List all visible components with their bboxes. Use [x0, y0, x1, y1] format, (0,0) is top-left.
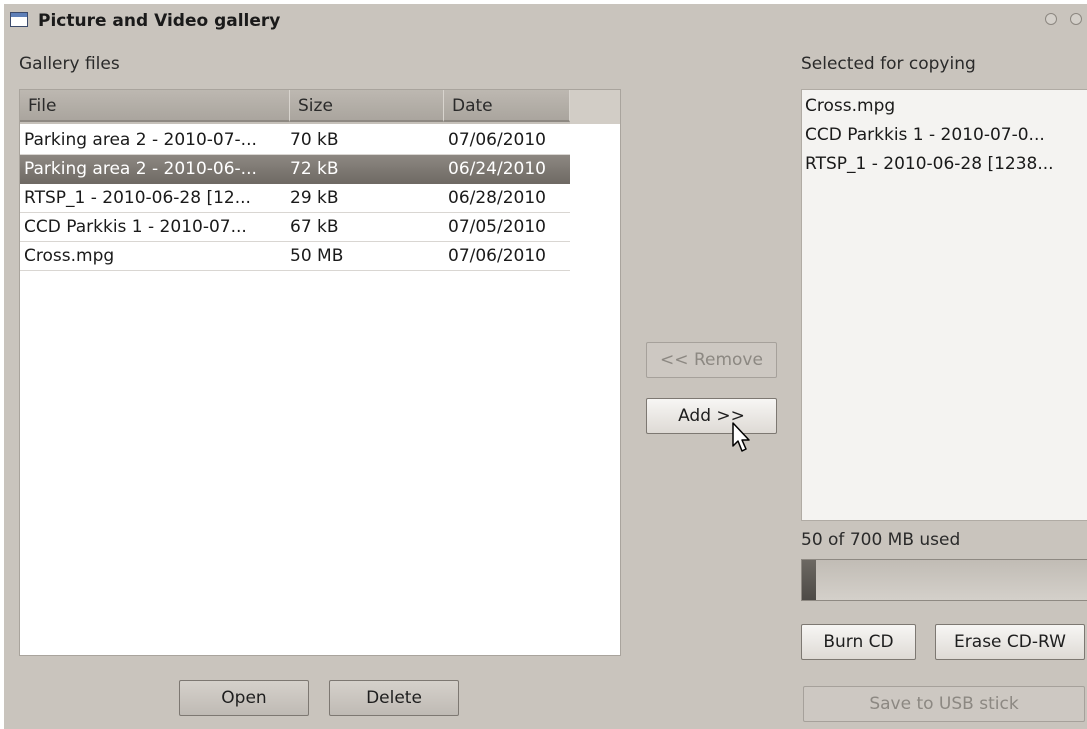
list-item[interactable]: Cross.mpg	[805, 96, 1087, 116]
table-row[interactable]: Cross.mpg 50 MB 07/06/2010	[20, 242, 570, 271]
cell-file: CCD Parkkis 1 - 2010-07...	[24, 217, 247, 237]
cell-date: 07/05/2010	[448, 217, 546, 237]
header-filler	[570, 90, 620, 124]
table-row[interactable]: RTSP_1 - 2010-06-28 [12... 29 kB 06/28/2…	[20, 184, 570, 213]
column-header-date[interactable]: Date	[444, 90, 570, 122]
table-row[interactable]: CCD Parkkis 1 - 2010-07... 67 kB 07/05/2…	[20, 213, 570, 242]
title-bar[interactable]: Picture and Video gallery	[4, 4, 1087, 38]
cell-file: RTSP_1 - 2010-06-28 [12...	[24, 188, 251, 208]
cell-size: 67 kB	[290, 217, 339, 237]
erase-cd-rw-button[interactable]: Erase CD-RW	[935, 624, 1085, 660]
cell-date: 06/24/2010	[448, 159, 546, 179]
minimize-icon[interactable]	[1045, 13, 1057, 25]
window-icon	[10, 12, 28, 27]
table-header: File Size Date	[20, 90, 620, 124]
cell-date: 06/28/2010	[448, 188, 546, 208]
list-item[interactable]: CCD Parkkis 1 - 2010-07-0...	[805, 125, 1087, 145]
cell-size: 29 kB	[290, 188, 339, 208]
add-button[interactable]: Add >>	[646, 398, 777, 434]
remove-button[interactable]: << Remove	[646, 342, 777, 378]
burn-cd-button[interactable]: Burn CD	[801, 624, 916, 660]
table-row[interactable]: Parking area 2 - 2010-07-... 70 kB 07/06…	[20, 126, 570, 155]
storage-progress-bar	[801, 559, 1087, 601]
cell-file: Cross.mpg	[24, 246, 115, 266]
cell-date: 07/06/2010	[448, 130, 546, 150]
cell-file: Parking area 2 - 2010-06-...	[24, 159, 257, 179]
column-header-file[interactable]: File	[20, 90, 290, 122]
column-header-size[interactable]: Size	[290, 90, 444, 122]
open-button[interactable]: Open	[179, 680, 309, 716]
cell-size: 50 MB	[290, 246, 344, 266]
gallery-window: Picture and Video gallery Gallery files …	[4, 4, 1087, 729]
list-item[interactable]: RTSP_1 - 2010-06-28 [1238...	[805, 154, 1087, 174]
selected-for-copying-label: Selected for copying	[801, 54, 976, 74]
cell-size: 70 kB	[290, 130, 339, 150]
mouse-pointer-icon	[732, 422, 750, 452]
storage-progress-fill	[802, 560, 817, 600]
cell-size: 72 kB	[290, 159, 339, 179]
cell-file: Parking area 2 - 2010-07-...	[24, 130, 257, 150]
gallery-file-table[interactable]: File Size Date Parking area 2 - 2010-07-…	[19, 89, 621, 656]
cell-date: 07/06/2010	[448, 246, 546, 266]
delete-button[interactable]: Delete	[329, 680, 459, 716]
save-to-usb-button[interactable]: Save to USB stick	[803, 686, 1085, 722]
usage-text: 50 of 700 MB used	[801, 530, 961, 550]
window-title: Picture and Video gallery	[38, 11, 281, 31]
close-icon[interactable]	[1070, 13, 1082, 25]
gallery-files-label: Gallery files	[19, 54, 120, 74]
selected-files-list[interactable]: Cross.mpg CCD Parkkis 1 - 2010-07-0... R…	[801, 89, 1087, 521]
table-row-selected[interactable]: Parking area 2 - 2010-06-... 72 kB 06/24…	[20, 155, 570, 184]
